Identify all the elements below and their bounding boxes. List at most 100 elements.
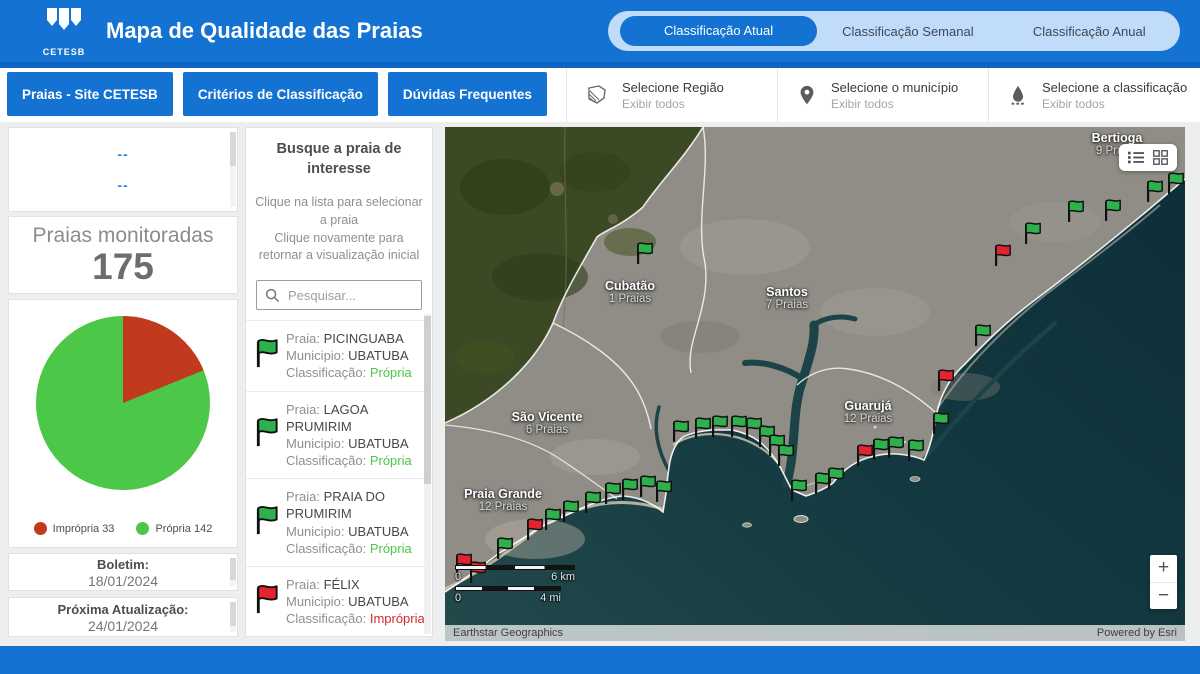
beach-name: PICINGUABA xyxy=(324,331,404,346)
next-update-date: 24/01/2024 xyxy=(9,618,237,634)
region-selector-label: Selecione Região xyxy=(622,80,724,95)
map-flag-green[interactable] xyxy=(1065,199,1085,224)
beach-list: Praia: PICINGUABA Municipio: UBATUBA Cla… xyxy=(246,320,432,636)
beach-label: Praia: xyxy=(286,402,320,417)
municipality-selector-value: Exibir todos xyxy=(831,97,958,111)
classification-value: Própria xyxy=(370,541,412,556)
map-flag-green[interactable] xyxy=(709,414,729,439)
beach-flag-icon xyxy=(253,584,279,620)
scrollbar[interactable] xyxy=(230,602,236,632)
map-flag-green[interactable] xyxy=(634,241,654,266)
criterios-classificacao-button[interactable]: Critérios de Classificação xyxy=(183,72,378,116)
beach-search-panel: Busque a praia de interesse Clique na li… xyxy=(245,127,433,637)
map-flag-green[interactable] xyxy=(1144,179,1164,204)
classification-selector-label: Selecione a classificação xyxy=(1042,80,1187,95)
page-title: Mapa de Qualidade das Praias xyxy=(106,0,423,62)
cetesb-logo: CETESB xyxy=(36,5,92,57)
map-flag-red[interactable] xyxy=(935,368,955,393)
beach-flag-icon xyxy=(253,505,279,541)
pie-legend: Imprópria 33 Própria 142 xyxy=(9,522,237,535)
search-input[interactable] xyxy=(288,288,408,303)
map-attribution: Earthstar Geographics Powered by Esri xyxy=(445,625,1185,641)
tab-classificacao-atual[interactable]: Classificação Atual xyxy=(620,16,817,46)
beach-label: Praia: xyxy=(286,331,320,346)
tab-classificacao-anual[interactable]: Classificação Anual xyxy=(999,24,1180,39)
beach-list-item[interactable]: Praia: PICINGUABA Municipio: UBATUBA Cla… xyxy=(246,320,432,390)
map-controls xyxy=(1119,144,1177,171)
map-flag-green[interactable] xyxy=(560,499,580,524)
attribution-esri: Powered by Esri xyxy=(1097,627,1177,639)
map-flag-green[interactable] xyxy=(930,411,950,436)
map-flag-green[interactable] xyxy=(670,419,690,444)
empty-value: -- xyxy=(117,146,128,162)
map-region-label: Cubatão1 Praias xyxy=(605,279,655,305)
municipality-name: UBATUBA xyxy=(348,436,408,451)
municipality-name: UBATUBA xyxy=(348,524,408,539)
map-flag-green[interactable] xyxy=(905,438,925,463)
map-flag-green[interactable] xyxy=(619,477,639,502)
empty-value: -- xyxy=(117,177,128,193)
beach-list-item[interactable]: Praia: PRAIA DO PRUMIRIM Municipio: UBAT… xyxy=(246,478,432,566)
bulletin-date: 18/01/2024 xyxy=(9,573,237,589)
region-selector[interactable]: Selecione Região Exibir todos xyxy=(566,68,777,122)
map-flag-green[interactable] xyxy=(1165,171,1185,196)
tab-classificacao-semanal[interactable]: Classificação Semanal xyxy=(817,24,998,39)
map-flag-green[interactable] xyxy=(1102,198,1122,223)
bottom-bar xyxy=(0,646,1200,674)
scrollbar[interactable] xyxy=(424,314,431,634)
classification-value: Própria xyxy=(370,365,412,380)
map-flag-green[interactable] xyxy=(582,490,602,515)
legend-list-icon[interactable] xyxy=(1128,151,1144,164)
classification-tabbar: Classificação Atual Classificação Semana… xyxy=(608,11,1180,51)
beach-search-box[interactable] xyxy=(256,280,422,310)
beach-label: Praia: xyxy=(286,577,320,592)
beach-list-item[interactable]: Praia: LAGOA PRUMIRIM Municipio: UBATUBA… xyxy=(246,391,432,479)
map-flag-green[interactable] xyxy=(972,323,992,348)
map-flag-green[interactable] xyxy=(775,443,795,468)
next-update-card: Próxima Atualização: 24/01/2024 xyxy=(8,597,238,637)
map-flag-red[interactable] xyxy=(524,517,544,542)
monitored-beaches-card: Praias monitoradas 175 xyxy=(8,216,238,294)
map-canvas[interactable]: Cubatão1 PraiasSantos7 PraiasSão Vicente… xyxy=(445,127,1185,641)
map-flag-green[interactable] xyxy=(542,507,562,532)
zoom-out-button[interactable]: − xyxy=(1150,582,1177,609)
monitored-beaches-value: 175 xyxy=(9,248,237,287)
map-flag-green[interactable] xyxy=(653,479,673,504)
pie-chart[interactable] xyxy=(36,316,210,490)
scrollbar[interactable] xyxy=(230,132,236,207)
map-region-label: Praia Grande12 Praias xyxy=(464,487,542,513)
map-flag-green[interactable] xyxy=(788,478,808,503)
classification-pie-card: Imprópria 33 Própria 142 xyxy=(8,299,238,548)
map-flag-green[interactable] xyxy=(825,466,845,491)
drop-icon xyxy=(1007,83,1029,107)
scale-zero-mi: 0 xyxy=(455,592,461,604)
municipality-name: UBATUBA xyxy=(348,348,408,363)
classification-label: Classificação: xyxy=(286,365,366,380)
map-flag-green[interactable] xyxy=(494,536,514,561)
map-flag-green[interactable] xyxy=(1022,221,1042,246)
legend-item: Imprópria 33 xyxy=(34,522,115,535)
map-flag-green[interactable] xyxy=(885,435,905,460)
municipality-label: Municipio: xyxy=(286,524,345,539)
duvidas-frequentes-button[interactable]: Dúvidas Frequentes xyxy=(388,72,547,116)
zoom-in-button[interactable]: + xyxy=(1150,555,1177,582)
map-flag-red[interactable] xyxy=(992,243,1012,268)
praias-site-cetesb-button[interactable]: Praias - Site CETESB xyxy=(7,72,173,116)
legend-item: Própria 142 xyxy=(136,522,212,535)
map-region-label: São Vicente6 Praias xyxy=(512,410,583,436)
beach-flag-icon xyxy=(253,417,279,453)
bulletin-label: Boletim: xyxy=(9,557,237,572)
filter-selectors: Selecione Região Exibir todos Selecione … xyxy=(566,68,1199,122)
scale-mi-label: 4 mi xyxy=(540,592,561,604)
classification-label: Classificação: xyxy=(286,453,366,468)
toolbar-buttons: Praias - Site CETESB Critérios de Classi… xyxy=(7,72,547,116)
map-scalebar: 0 6 km 0 4 mi xyxy=(455,565,575,607)
municipality-selector[interactable]: Selecione o município Exibir todos xyxy=(777,68,988,122)
beach-list-item[interactable]: Praia: FÉLIX Municipio: UBATUBA Classifi… xyxy=(246,566,432,636)
classification-selector[interactable]: Selecione a classificação Exibir todos xyxy=(988,68,1199,122)
basemap-grid-icon[interactable] xyxy=(1153,150,1168,165)
scale-km-label: 6 km xyxy=(551,571,575,583)
beach-name: FÉLIX xyxy=(324,577,360,592)
attribution-source: Earthstar Geographics xyxy=(453,627,563,639)
scrollbar[interactable] xyxy=(230,558,236,586)
